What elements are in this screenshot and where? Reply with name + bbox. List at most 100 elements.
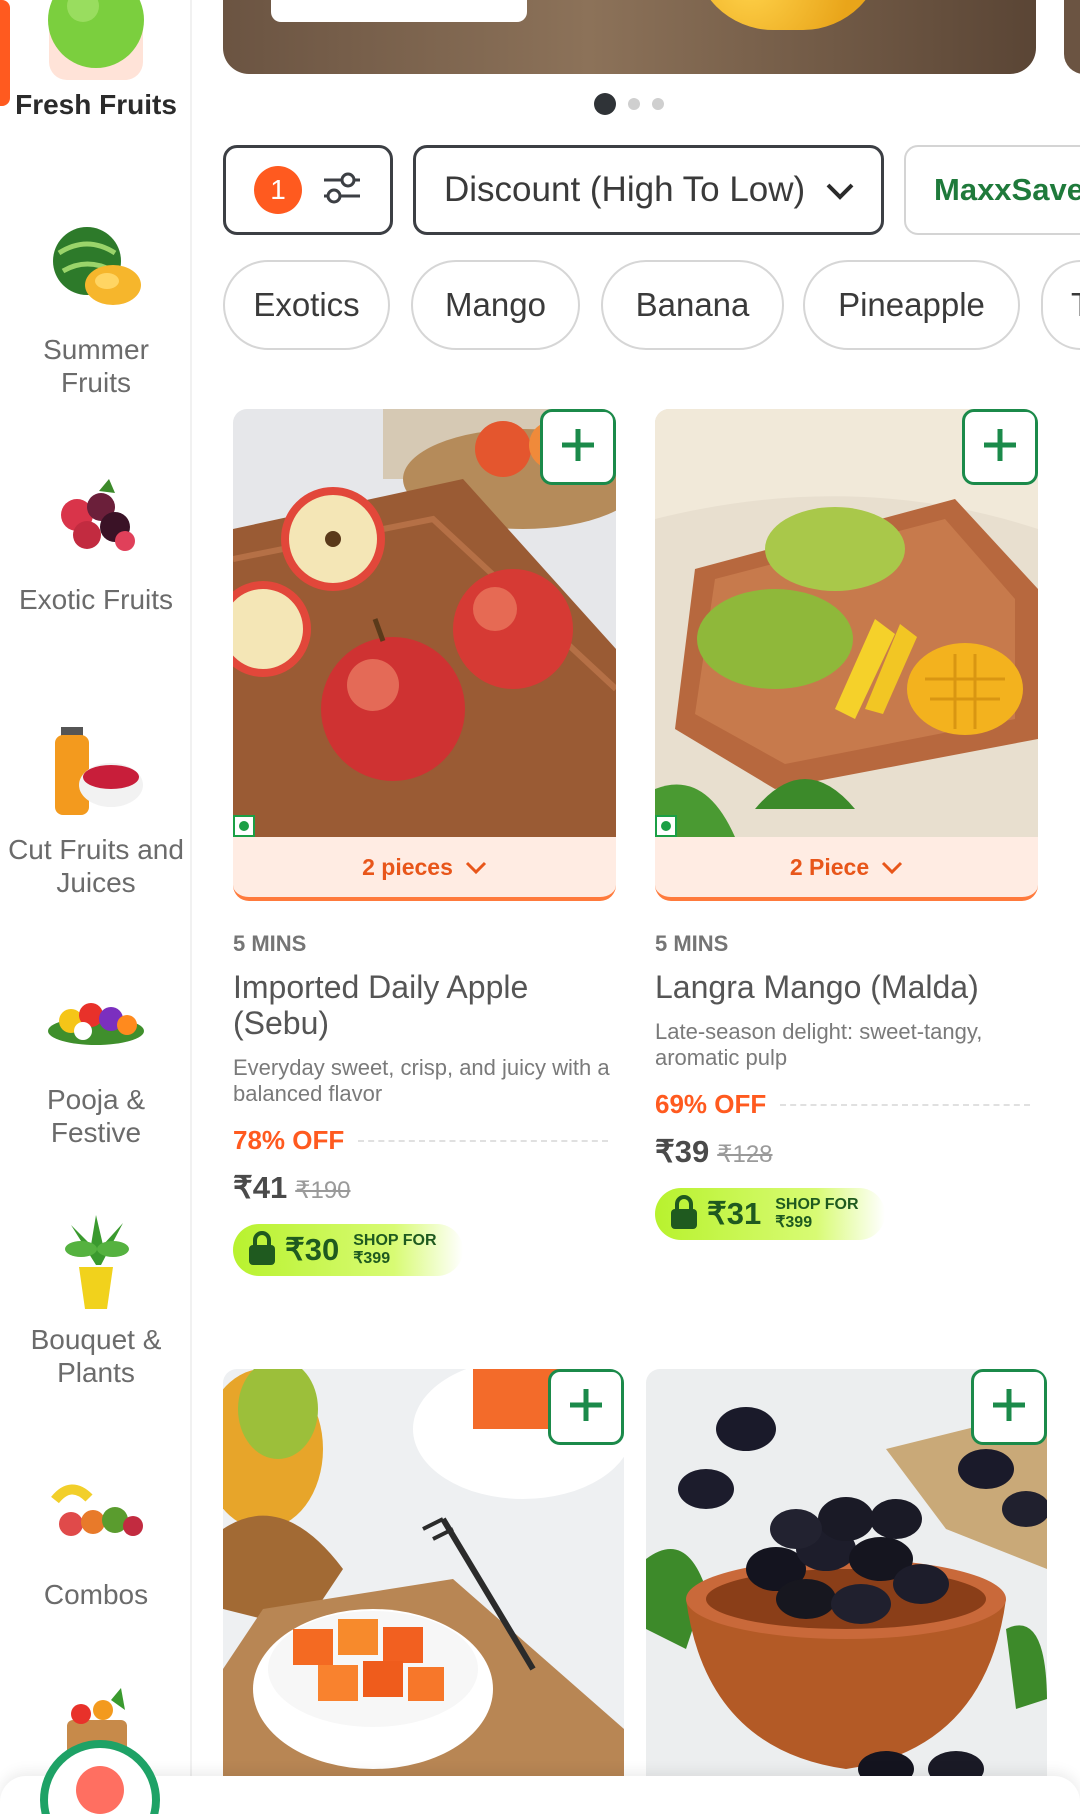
chevron-down-icon — [881, 854, 903, 881]
category-sidebar: Fresh Fruits Summer Fruits Exotic Fruits… — [0, 0, 192, 1814]
app-screen: Fresh Fruits Summer Fruits Exotic Fruits… — [0, 0, 1080, 1814]
sidebar-item-label: Combos — [43, 1579, 149, 1610]
chip-pineapple[interactable]: Pineapple — [803, 260, 1020, 350]
product-image[interactable] — [233, 409, 616, 837]
sort-label: Discount (High To Low) — [444, 170, 806, 209]
selling-price: ₹41 — [233, 1170, 288, 1205]
product-image[interactable] — [223, 1369, 624, 1779]
variant-selector[interactable]: 2 pieces — [233, 837, 616, 901]
discount-row: 69% OFF — [655, 1089, 1038, 1120]
lock-icon — [247, 1230, 277, 1270]
sidebar-item-label: Fresh Fruits — [15, 89, 177, 120]
shop-for-min: ₹399 — [775, 1214, 813, 1231]
product-name[interactable]: Imported Daily Apple (Sebu) — [233, 969, 616, 1041]
discount-badge: 69% OFF — [655, 1089, 767, 1119]
maxxsaver-label: MaxxSave — [934, 172, 1080, 207]
sidebar-item-summer-fruits[interactable]: Summer Fruits — [0, 215, 192, 399]
filter-count-badge: 1 — [254, 166, 302, 214]
berries-icon — [41, 465, 151, 575]
filter-button[interactable]: 1 — [223, 145, 393, 235]
locked-price: ₹31 — [707, 1196, 762, 1231]
plus-icon — [980, 425, 1020, 470]
chip-next[interactable]: T — [1041, 260, 1080, 350]
green-apple-icon — [41, 0, 151, 80]
discount-badge: 78% OFF — [233, 1125, 345, 1155]
product-card[interactable] — [646, 1369, 1047, 1779]
chip-label: Pineapple — [838, 286, 985, 323]
next-banner-peek[interactable] — [1064, 0, 1080, 74]
veg-indicator-icon — [655, 815, 677, 837]
chip-banana[interactable]: Banana — [601, 260, 784, 350]
bottom-bar[interactable] — [0, 1776, 1080, 1814]
maxxsaver-price-pill[interactable]: ₹30 SHOP FOR ₹399 — [233, 1224, 463, 1276]
banner-mango-image — [693, 0, 883, 30]
lock-icon — [669, 1194, 699, 1234]
product-image[interactable] — [646, 1369, 1047, 1779]
chevron-down-icon — [825, 170, 855, 210]
product-image[interactable] — [655, 409, 1038, 837]
chip-label: Banana — [635, 286, 750, 323]
juice-bowl-icon — [41, 715, 151, 825]
shop-for-label: SHOP FOR — [353, 1232, 437, 1249]
product-card[interactable]: 2 Piece 5 MINS Langra Mango (Malda) Late… — [655, 409, 1038, 1240]
pagination-dot[interactable] — [652, 98, 664, 110]
add-to-cart-button[interactable] — [548, 1369, 624, 1445]
divider — [780, 1103, 1030, 1106]
maxxsaver-price-pill[interactable]: ₹31 SHOP FOR ₹399 — [655, 1188, 885, 1240]
banner-cta-button[interactable] — [271, 0, 527, 22]
sidebar-item-cut-fruits-juices[interactable]: Cut Fruits and Juices — [0, 715, 192, 899]
sidebar-item-pooja-festive[interactable]: Pooja & Festive — [0, 965, 192, 1149]
chip-label: Exotics — [253, 286, 360, 323]
product-description: Late-season delight: sweet-tangy, aromat… — [655, 1019, 983, 1070]
maxxsaver-filter[interactable]: MaxxSave — [904, 145, 1080, 235]
sidebar-item-label: Cut Fruits and Juices — [8, 834, 184, 898]
flower-platter-icon — [41, 965, 151, 1075]
sidebar-item-fresh-fruits[interactable]: Fresh Fruits — [0, 0, 192, 121]
product-description: Everyday sweet, crisp, and juicy with a … — [233, 1055, 610, 1106]
chip-exotics[interactable]: Exotics — [223, 260, 390, 350]
shop-for-label: SHOP FOR — [775, 1196, 859, 1213]
plus-icon — [558, 425, 598, 470]
banner-pagination — [594, 93, 664, 115]
fruit-combo-icon — [41, 1460, 151, 1570]
plus-icon — [566, 1385, 606, 1430]
sort-dropdown[interactable]: Discount (High To Low) — [413, 145, 884, 235]
sliders-icon — [322, 170, 362, 211]
shop-for-min: ₹399 — [353, 1250, 391, 1267]
product-name[interactable]: Langra Mango (Malda) — [655, 969, 1038, 1005]
mrp-price: ₹190 — [295, 1177, 351, 1204]
product-card[interactable]: 2 pieces 5 MINS Imported Daily Apple (Se… — [233, 409, 616, 1276]
delivery-eta: 5 MINS — [233, 931, 307, 956]
add-to-cart-button[interactable] — [971, 1369, 1047, 1445]
sidebar-item-label: Summer Fruits — [43, 334, 149, 398]
promo-banner[interactable] — [223, 0, 1036, 74]
discount-row: 78% OFF — [233, 1125, 616, 1156]
sidebar-item-bouquet-plants[interactable]: Bouquet & Plants — [0, 1205, 192, 1389]
locked-price: ₹30 — [285, 1232, 340, 1267]
selling-price: ₹39 — [655, 1134, 710, 1169]
mrp-price: ₹128 — [717, 1141, 773, 1168]
shop-for-text: SHOP FOR ₹399 — [775, 1196, 858, 1232]
sidebar-item-exotic-fruits[interactable]: Exotic Fruits — [0, 465, 192, 616]
shop-for-text: SHOP FOR ₹399 — [353, 1232, 436, 1268]
variant-label: 2 Piece — [789, 853, 870, 880]
watermelon-mango-icon — [41, 215, 151, 325]
pagination-dot-active[interactable] — [594, 93, 616, 115]
delivery-eta: 5 MINS — [655, 931, 729, 956]
variant-label: 2 pieces — [362, 853, 453, 880]
variant-selector[interactable]: 2 Piece — [655, 837, 1038, 901]
product-card[interactable] — [223, 1369, 624, 1779]
add-to-cart-button[interactable] — [962, 409, 1038, 485]
price-row: ₹39 ₹128 — [655, 1134, 1038, 1170]
chip-mango[interactable]: Mango — [411, 260, 580, 350]
plus-icon — [989, 1385, 1029, 1430]
chip-label: T — [1071, 286, 1080, 324]
pagination-dot[interactable] — [628, 98, 640, 110]
chip-label: Mango — [445, 286, 546, 323]
divider — [358, 1139, 608, 1142]
sidebar-item-label: Bouquet & Plants — [30, 1324, 162, 1388]
add-to-cart-button[interactable] — [540, 409, 616, 485]
sidebar-item-combos[interactable]: Combos — [0, 1460, 192, 1611]
chevron-down-icon — [465, 854, 487, 881]
veg-indicator-icon — [233, 815, 255, 837]
